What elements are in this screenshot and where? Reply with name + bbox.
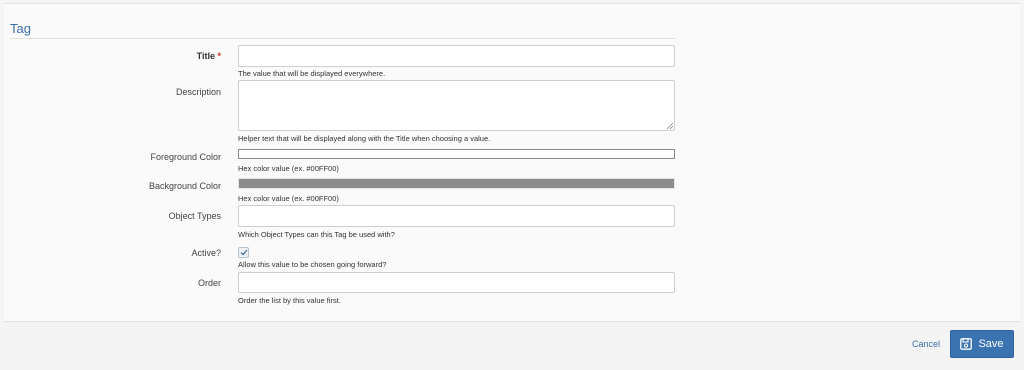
form-legend: Tag xyxy=(10,21,31,36)
title-label: Title * xyxy=(197,51,221,61)
resize-handle-icon[interactable] xyxy=(666,122,673,129)
save-button-label: Save xyxy=(978,338,1004,350)
background-color-help: Hex color value (ex. #00FF00) xyxy=(238,194,339,203)
checkmark-icon xyxy=(240,249,247,256)
title-label-text: Title xyxy=(196,51,215,61)
order-help: Order the list by this value first. xyxy=(238,296,341,305)
cancel-link[interactable]: Cancel xyxy=(912,339,940,349)
object-types-label: Object Types xyxy=(168,211,221,221)
save-button[interactable]: Save xyxy=(950,330,1014,358)
active-help: Allow this value to be chosen going forw… xyxy=(238,260,387,269)
order-input[interactable] xyxy=(238,272,675,293)
description-help: Helper text that will be displayed along… xyxy=(238,134,491,143)
active-label: Active? xyxy=(191,248,221,258)
description-label: Description xyxy=(175,87,221,97)
required-mark: * xyxy=(217,51,221,61)
description-textarea[interactable] xyxy=(238,80,675,131)
footer-divider xyxy=(4,321,1020,322)
active-checkbox[interactable] xyxy=(238,247,249,258)
background-color-label: Background Color xyxy=(148,181,221,191)
order-label: Order xyxy=(197,278,221,288)
foreground-color-label: Foreground Color xyxy=(150,152,221,162)
background-color-input[interactable] xyxy=(238,178,675,189)
title-help: The value that will be displayed everywh… xyxy=(238,69,386,78)
object-types-help: Which Object Types can this Tag be used … xyxy=(238,230,395,239)
legend-divider xyxy=(10,38,676,39)
foreground-color-help: Hex color value (ex. #00FF00) xyxy=(238,164,339,173)
floppy-disk-icon xyxy=(960,338,973,350)
title-input[interactable] xyxy=(238,45,675,67)
object-types-input[interactable] xyxy=(238,205,675,227)
foreground-color-input[interactable] xyxy=(238,149,675,159)
